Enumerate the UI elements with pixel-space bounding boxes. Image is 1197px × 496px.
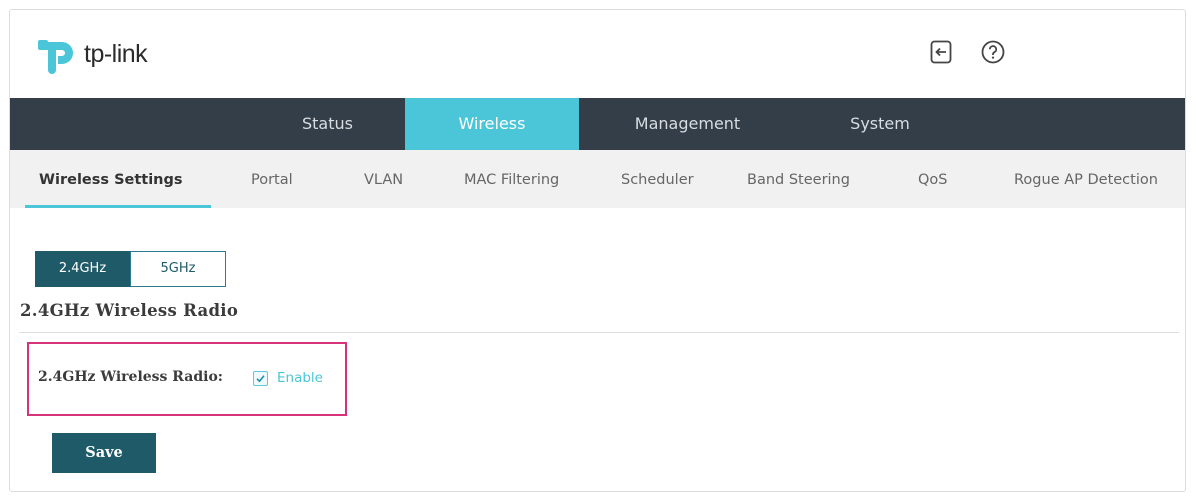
logo-text: tp-link [84,39,148,68]
tp-link-logo: tp-link [36,32,196,76]
sub-nav: Wireless Settings Portal VLAN MAC Filter… [10,150,1185,208]
section-title: 2.4GHz Wireless Radio [20,301,239,320]
tp-link-logo-icon [38,40,73,74]
save-button[interactable]: Save [52,433,156,473]
subnav-portal[interactable]: Portal [251,150,293,208]
tab-system[interactable]: System [800,98,960,150]
subnav-band-steering[interactable]: Band Steering [747,150,850,208]
subnav-wireless-settings[interactable]: Wireless Settings [39,150,183,208]
app-frame: tp-link Status Wireless Management Syste… [9,9,1186,492]
subnav-rogue-ap-detection[interactable]: Rogue AP Detection [1014,150,1158,208]
active-subnav-indicator [25,205,211,208]
subnav-vlan[interactable]: VLAN [364,150,403,208]
wireless-radio-label: 2.4GHz Wireless Radio: [38,369,223,385]
checkmark-icon [256,375,265,383]
header: tp-link [10,10,1185,98]
enable-checkbox[interactable] [253,371,268,386]
enable-label[interactable]: Enable [277,370,323,386]
help-icon[interactable] [980,39,1006,65]
tab-status[interactable]: Status [250,98,405,150]
section-divider [19,332,1179,333]
subnav-scheduler[interactable]: Scheduler [621,150,694,208]
tab-wireless[interactable]: Wireless [405,98,579,150]
band-2-4ghz-button[interactable]: 2.4GHz [35,251,130,287]
subnav-mac-filtering[interactable]: MAC Filtering [464,150,559,208]
subnav-qos[interactable]: QoS [918,150,948,208]
band-5ghz-button[interactable]: 5GHz [130,251,226,287]
logout-icon[interactable] [928,39,954,65]
main-nav: Status Wireless Management System [10,98,1185,150]
tab-management[interactable]: Management [610,98,765,150]
